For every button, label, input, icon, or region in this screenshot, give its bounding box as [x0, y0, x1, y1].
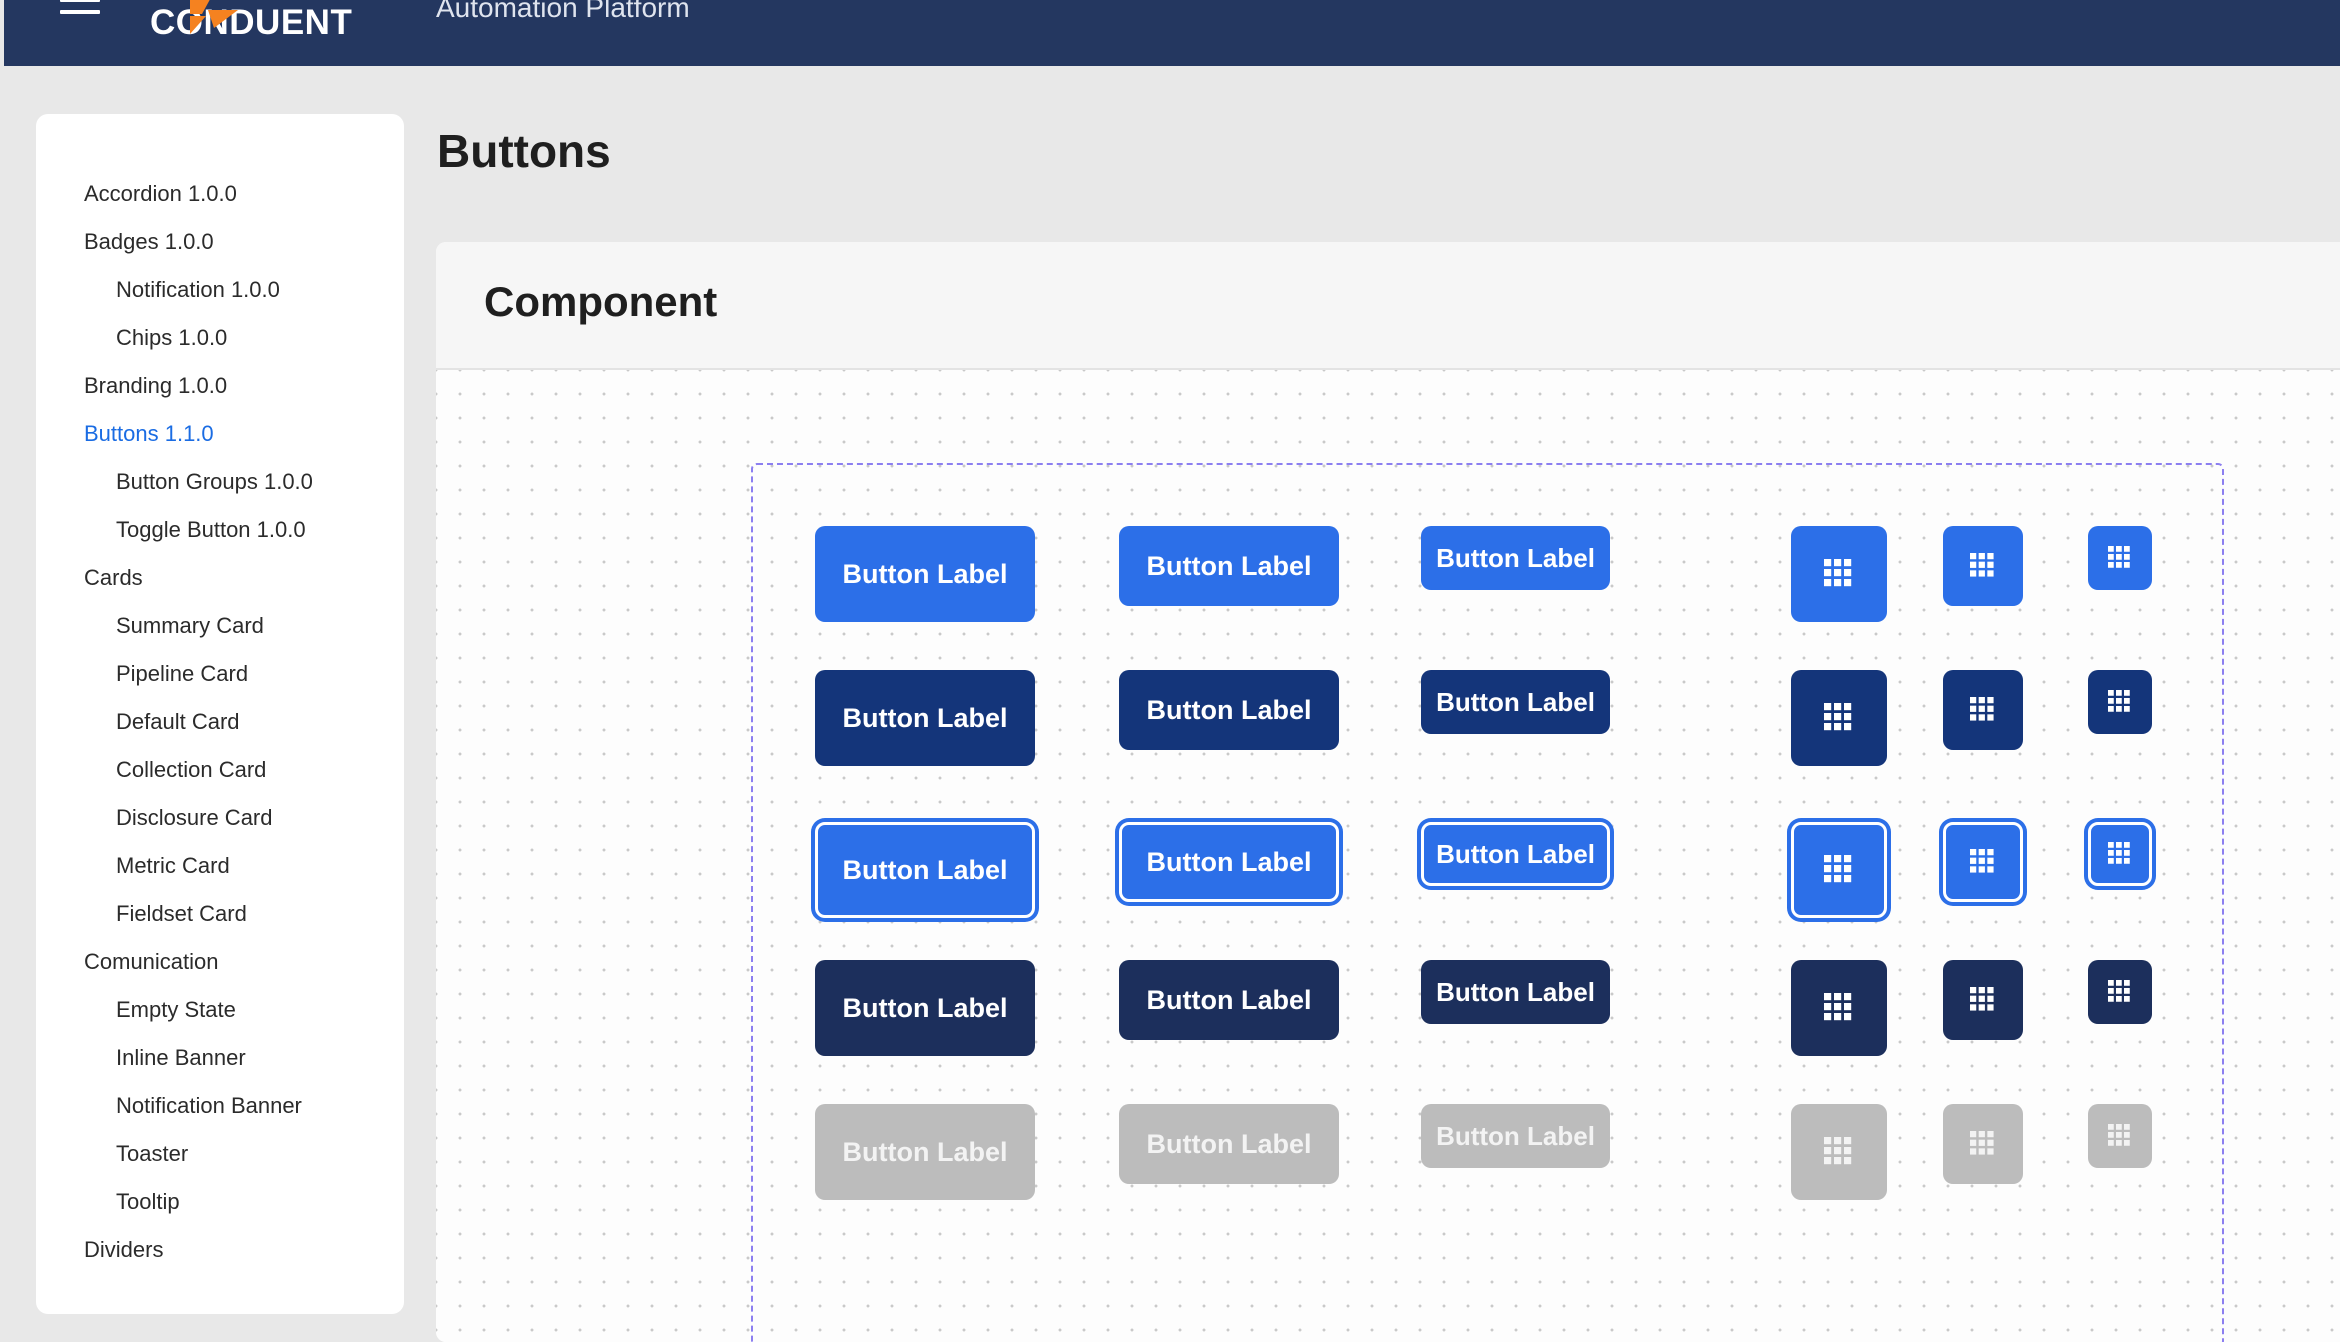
- sidebar-item-default-card[interactable]: Default Card: [116, 704, 240, 740]
- grid-icon: [1970, 849, 1994, 873]
- component-canvas: Button Label Button Label Button Label Butt…: [436, 370, 2340, 1342]
- primary-large-button[interactable]: Button Label: [815, 526, 1035, 622]
- sidebar-item-pipeline-card[interactable]: Pipeline Card: [116, 656, 248, 692]
- sidebar-item-disclosure-card[interactable]: Disclosure Card: [116, 800, 273, 836]
- panel-header: Component: [436, 242, 2340, 370]
- disabled-small-icon-button: [2088, 1104, 2152, 1168]
- hover-medium-icon-button[interactable]: [1943, 960, 2023, 1040]
- grid-icon: [1970, 987, 1994, 1011]
- hover-medium-button[interactable]: Button Label: [1119, 960, 1339, 1040]
- sidebar-item-chips[interactable]: Chips 1.0.0: [116, 320, 227, 356]
- top-app-bar: CONDUENT Automation Platform: [4, 0, 2340, 66]
- sidebar-item-summary-card[interactable]: Summary Card: [116, 608, 264, 644]
- hover-large-icon-button[interactable]: [1791, 960, 1887, 1056]
- grid-icon: [1970, 553, 1994, 577]
- sidebar-item-tooltip[interactable]: Tooltip: [116, 1184, 180, 1220]
- disabled-large-icon-button: [1791, 1104, 1887, 1200]
- sidebar-item-badges[interactable]: Badges 1.0.0: [84, 224, 214, 260]
- conduent-logo-mark-icon: [190, 0, 238, 34]
- grid-icon: [1824, 1137, 1852, 1165]
- sidebar-item-empty-state[interactable]: Empty State: [116, 992, 236, 1028]
- grid-icon: [1824, 559, 1852, 587]
- sidebar-item-fieldset-card[interactable]: Fieldset Card: [116, 896, 247, 932]
- sidebar-item-comunication[interactable]: Comunication: [84, 944, 219, 980]
- grid-icon: [1824, 703, 1852, 731]
- pressed-small-button[interactable]: Button Label: [1421, 670, 1610, 734]
- sidebar-item-inline-banner[interactable]: Inline Banner: [116, 1040, 246, 1076]
- sidebar-nav: Accordion 1.0.0 Badges 1.0.0 Notificatio…: [36, 114, 404, 1314]
- sidebar-item-buttons[interactable]: Buttons 1.1.0: [84, 416, 214, 452]
- hover-small-button[interactable]: Button Label: [1421, 960, 1610, 1024]
- focus-small-button[interactable]: Button Label: [1421, 822, 1610, 886]
- brand-logo: CONDUENT: [150, 0, 353, 42]
- hover-large-button[interactable]: Button Label: [815, 960, 1035, 1056]
- focus-small-icon-button[interactable]: [2088, 822, 2152, 886]
- disabled-medium-icon-button: [1943, 1104, 2023, 1184]
- primary-large-icon-button[interactable]: [1791, 526, 1887, 622]
- grid-icon: [2108, 690, 2130, 712]
- primary-small-button[interactable]: Button Label: [1421, 526, 1610, 590]
- pressed-large-icon-button[interactable]: [1791, 670, 1887, 766]
- sidebar-item-collection-card[interactable]: Collection Card: [116, 752, 266, 788]
- grid-icon: [1824, 855, 1852, 883]
- grid-icon: [2108, 546, 2130, 568]
- disabled-medium-button: Button Label: [1119, 1104, 1339, 1184]
- sidebar-item-notification[interactable]: Notification 1.0.0: [116, 272, 280, 308]
- page-title: Buttons: [437, 125, 611, 177]
- primary-small-icon-button[interactable]: [2088, 526, 2152, 590]
- pressed-large-button[interactable]: Button Label: [815, 670, 1035, 766]
- panel-title: Component: [484, 278, 718, 325]
- grid-icon: [1970, 1131, 1994, 1155]
- grid-icon: [2108, 980, 2130, 1002]
- disabled-large-button: Button Label: [815, 1104, 1035, 1200]
- sidebar-item-toaster[interactable]: Toaster: [116, 1136, 188, 1172]
- grid-icon: [1970, 697, 1994, 721]
- sidebar-item-notification-banner[interactable]: Notification Banner: [116, 1088, 302, 1124]
- sidebar-item-metric-card[interactable]: Metric Card: [116, 848, 230, 884]
- component-panel: Component Button Label Button Label Button…: [436, 242, 2340, 1342]
- hamburger-menu-icon[interactable]: [60, 0, 100, 16]
- pressed-medium-button[interactable]: Button Label: [1119, 670, 1339, 750]
- pressed-medium-icon-button[interactable]: [1943, 670, 2023, 750]
- disabled-small-button: Button Label: [1421, 1104, 1610, 1168]
- sidebar-item-dividers[interactable]: Dividers: [84, 1232, 163, 1268]
- grid-icon: [2108, 1124, 2130, 1146]
- component-frame: Button Label Button Label Button Label Butt…: [751, 463, 2224, 1342]
- focus-medium-button[interactable]: Button Label: [1119, 822, 1339, 902]
- sidebar-item-accordion[interactable]: Accordion 1.0.0: [84, 176, 237, 212]
- focus-medium-icon-button[interactable]: [1943, 822, 2023, 902]
- grid-icon: [2108, 842, 2130, 864]
- app-name: Automation Platform: [436, 0, 690, 20]
- grid-icon: [1824, 993, 1852, 1021]
- sidebar-item-button-groups[interactable]: Button Groups 1.0.0: [116, 464, 313, 500]
- hover-small-icon-button[interactable]: [2088, 960, 2152, 1024]
- focus-large-icon-button[interactable]: [1791, 822, 1887, 918]
- pressed-small-icon-button[interactable]: [2088, 670, 2152, 734]
- primary-medium-icon-button[interactable]: [1943, 526, 2023, 606]
- sidebar-item-cards[interactable]: Cards: [84, 560, 143, 596]
- sidebar-item-branding[interactable]: Branding 1.0.0: [84, 368, 227, 404]
- primary-medium-button[interactable]: Button Label: [1119, 526, 1339, 606]
- brand-name: CONDUENT: [150, 3, 353, 42]
- sidebar-item-toggle-button[interactable]: Toggle Button 1.0.0: [116, 512, 306, 548]
- focus-large-button[interactable]: Button Label: [815, 822, 1035, 918]
